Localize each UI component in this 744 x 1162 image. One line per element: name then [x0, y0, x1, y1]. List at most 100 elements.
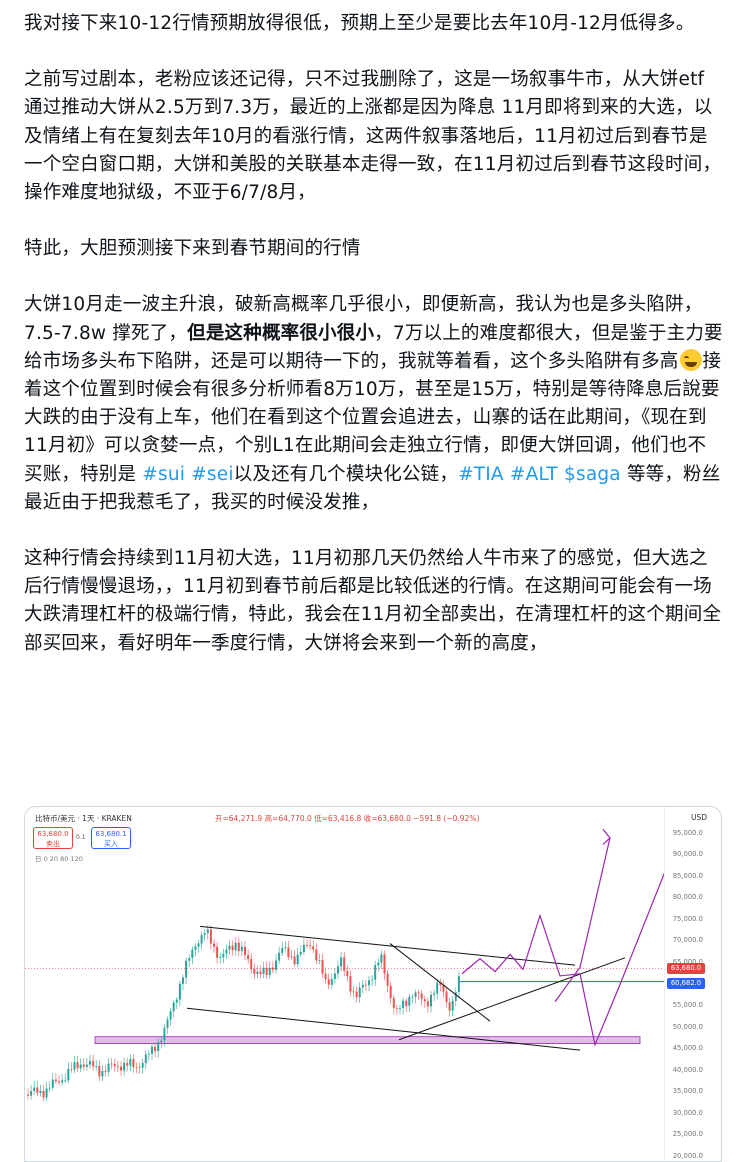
candle-body [386, 973, 389, 986]
candle-body [330, 979, 333, 985]
paragraph-3: 特此，大胆预测接下来到春节期间的行情 [24, 238, 361, 260]
last-price-label: 63,680.0 [667, 962, 705, 974]
candle-body [144, 1054, 147, 1064]
candle-body [355, 991, 358, 998]
candle-body [206, 929, 209, 934]
candle-body [123, 1062, 126, 1071]
bold-emphasis: 但是这种概率很小很小 [187, 322, 375, 344]
candle-body [312, 946, 315, 950]
candle-body [188, 957, 191, 961]
hashtag-tia[interactable]: #TIA [458, 464, 504, 485]
candle-body [200, 935, 203, 944]
candle-body [166, 1019, 169, 1028]
candle-body [240, 946, 243, 952]
candle-body [101, 1070, 104, 1077]
candle-body [244, 946, 246, 956]
paragraph-4-part-e: 以及还有几个模块化公链， [233, 463, 459, 485]
hashtag-alt[interactable]: #ALT [510, 464, 558, 485]
candle-body [82, 1064, 85, 1067]
candle-body [147, 1053, 150, 1055]
candle-body [95, 1066, 98, 1067]
candle-body [178, 983, 181, 1000]
tweet-body: 我对接下来10-12行情预期放得很低，预期上至少是要比去年10月-12月低得多。… [24, 10, 724, 686]
candle-body [417, 992, 420, 994]
candle-body [265, 967, 268, 975]
candle-body [104, 1070, 107, 1072]
candle-body [58, 1081, 60, 1083]
candle-body [237, 942, 240, 952]
trendline-upper [199, 925, 576, 966]
candle-body [306, 944, 308, 946]
candle-body [268, 967, 271, 975]
y-tick-label: 45,000.0 [672, 1044, 703, 1053]
candle-body [213, 943, 215, 947]
candle-body [203, 933, 206, 936]
hashtag-sui[interactable]: #sui [142, 464, 185, 485]
candle-body [234, 942, 237, 951]
candle-body [346, 970, 349, 977]
chart-image[interactable]: 比特币/美元 · 1天 · KRAKEN 开=64,271.9 高=64,770… [24, 806, 722, 1162]
line-price-label: 60,682.0 [667, 977, 705, 989]
candle-body [231, 945, 234, 951]
candle-body [299, 951, 302, 955]
candle-body [380, 954, 383, 963]
y-tick-label: 35,000.0 [672, 1087, 703, 1096]
candle-body [324, 973, 327, 980]
candle-body [30, 1091, 33, 1096]
hashtag-sei[interactable]: #sei [191, 464, 233, 485]
candle-body [411, 996, 414, 998]
y-tick-label: 90,000.0 [672, 850, 703, 859]
support-zone [94, 1036, 641, 1045]
candle-body [70, 1068, 73, 1070]
candle-body [358, 987, 361, 998]
candle-body [247, 955, 250, 959]
candle-body [343, 957, 346, 971]
y-tick-label: 40,000.0 [672, 1065, 703, 1074]
candle-body [67, 1068, 70, 1081]
projection-path-b [554, 837, 611, 1003]
candle-body [371, 979, 374, 981]
candle-body [389, 985, 392, 999]
candle-body [209, 929, 212, 944]
candle-body [132, 1059, 135, 1067]
candle-body [309, 945, 312, 947]
candle-body [337, 966, 339, 974]
candle-body [414, 992, 417, 997]
candle-body [436, 982, 439, 994]
candle-body [172, 1002, 175, 1012]
candle-body [271, 967, 274, 970]
candle-body [116, 1066, 119, 1068]
candle-body [219, 957, 222, 958]
candle-body [287, 947, 290, 957]
candle-body [352, 991, 355, 993]
candle-body [113, 1064, 116, 1067]
candle-body [457, 976, 460, 993]
candle-body [315, 949, 318, 961]
candle-body [27, 1094, 29, 1096]
candle-body [39, 1090, 42, 1093]
candle-body [154, 1046, 157, 1052]
candle-body [402, 1000, 405, 1009]
candle-body [321, 959, 324, 974]
candle-body [61, 1080, 64, 1083]
candle-body [197, 943, 200, 947]
candle-body [160, 1040, 163, 1043]
paragraph-1: 我对接下来10-12行情预期放得很低，预期上至少是要比去年10月-12月低得多。 [24, 13, 695, 34]
candle-body [333, 973, 336, 980]
y-tick-label: 70,000.0 [672, 936, 703, 945]
y-tick-label: 85,000.0 [672, 871, 703, 880]
candle-body [364, 984, 367, 986]
projection-path-a [461, 870, 665, 1047]
candle-body [141, 1063, 144, 1068]
candle-body [175, 999, 178, 1003]
candle-body [126, 1062, 129, 1066]
candle-body [225, 949, 228, 954]
candle-body [228, 945, 231, 950]
candle-body [76, 1062, 79, 1069]
candle-body [157, 1042, 160, 1052]
y-tick-label: 95,000.0 [672, 828, 703, 837]
candle-body [36, 1087, 39, 1093]
candle-body [169, 1011, 172, 1020]
cashtag-saga[interactable]: $saga [564, 464, 621, 485]
y-tick-label: 80,000.0 [672, 893, 703, 902]
